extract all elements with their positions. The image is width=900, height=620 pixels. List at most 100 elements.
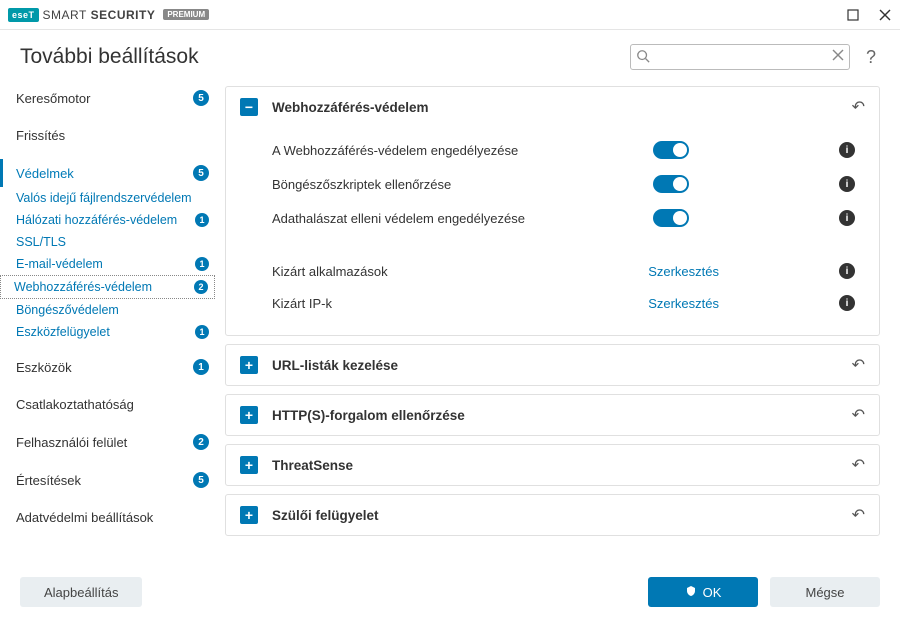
collapse-icon: − [240, 98, 258, 116]
panel-title: Webhozzáférés-védelem [272, 100, 852, 115]
sidebar-item-ui[interactable]: Felhasználói felület 2 [0, 428, 215, 456]
count-badge: 1 [195, 325, 209, 339]
setting-row: A Webhozzáférés-védelem engedélyezése i [272, 133, 855, 167]
panel-webaccess: − Webhozzáférés-védelem ↶ A Webhozzáféré… [225, 86, 880, 336]
panel-header[interactable]: + ThreatSense ↶ [226, 445, 879, 485]
panel-title: ThreatSense [272, 458, 852, 473]
sidebar-item-connectivity[interactable]: Csatlakoztathatóság [0, 391, 215, 418]
count-badge: 2 [193, 434, 209, 450]
undo-icon[interactable]: ↶ [852, 505, 865, 525]
window-controls [846, 8, 892, 22]
titlebar: eseT SMART SECURITY PREMIUM [0, 0, 900, 30]
sidebar-item-label: Hálózati hozzáférés-védelem [16, 213, 189, 227]
panel-header[interactable]: + URL-listák kezelése ↶ [226, 345, 879, 385]
setting-row: Kizárt IP-k Szerkesztés i [272, 287, 855, 319]
expand-icon: + [240, 406, 258, 424]
setting-label: A Webhozzáférés-védelem engedélyezése [272, 143, 653, 158]
cancel-button[interactable]: Mégse [770, 577, 880, 607]
sidebar-item-device[interactable]: Eszközfelügyelet 1 [0, 321, 215, 343]
sidebar-item-label: SSL/TLS [16, 235, 209, 249]
sidebar-item-label: E-mail-védelem [16, 257, 189, 271]
count-badge: 5 [193, 90, 209, 106]
shield-icon [685, 585, 697, 600]
clear-search-icon[interactable] [832, 49, 844, 64]
sidebar-item-email[interactable]: E-mail-védelem 1 [0, 253, 215, 275]
count-badge: 1 [195, 213, 209, 227]
sidebar-item-label: Keresőmotor [16, 91, 187, 106]
expand-icon: + [240, 506, 258, 524]
info-icon[interactable]: i [839, 295, 855, 311]
toggle-switch[interactable] [653, 141, 689, 159]
info-icon[interactable]: i [839, 210, 855, 226]
info-icon[interactable]: i [839, 176, 855, 192]
premium-badge: PREMIUM [163, 9, 209, 20]
edit-link[interactable]: Szerkesztés [648, 264, 719, 279]
sidebar-item-label: Frissítés [16, 128, 209, 143]
panel-title: HTTP(S)-forgalom ellenőrzése [272, 408, 852, 423]
expand-icon: + [240, 356, 258, 374]
count-badge: 5 [193, 165, 209, 181]
panel-https: + HTTP(S)-forgalom ellenőrzése ↶ [225, 394, 880, 436]
sidebar-item-network[interactable]: Hálózati hozzáférés-védelem 1 [0, 209, 215, 231]
sidebar-item-label: Böngészővédelem [16, 303, 209, 317]
setting-label: Böngészőszkriptek ellenőrzése [272, 177, 653, 192]
setting-row: Adathalászat elleni védelem engedélyezés… [272, 201, 855, 235]
sidebar-item-label: Csatlakoztathatóság [16, 397, 209, 412]
panel-header[interactable]: + Szülői felügyelet ↶ [226, 495, 879, 535]
sidebar-item-label: Adatvédelmi beállítások [16, 510, 209, 525]
logo-text: SMART SECURITY [43, 8, 156, 22]
sidebar-item-label: Védelmek [16, 166, 187, 181]
setting-label: Kizárt IP-k [272, 296, 648, 311]
ok-label: OK [703, 585, 722, 600]
close-icon[interactable] [878, 8, 892, 22]
setting-row: Kizárt alkalmazások Szerkesztés i [272, 255, 855, 287]
setting-row: Böngészőszkriptek ellenőrzése i [272, 167, 855, 201]
app-logo: eseT SMART SECURITY PREMIUM [8, 8, 209, 22]
search-icon [636, 49, 650, 66]
sidebar-item-realtime[interactable]: Valós idejű fájlrendszervédelem [0, 187, 215, 209]
sidebar-item-update[interactable]: Frissítés [0, 122, 215, 149]
setting-label: Kizárt alkalmazások [272, 264, 648, 279]
sidebar-item-label: Felhasználói felület [16, 435, 187, 450]
panel-threatsense: + ThreatSense ↶ [225, 444, 880, 486]
panel-header[interactable]: + HTTP(S)-forgalom ellenőrzése ↶ [226, 395, 879, 435]
search-input[interactable] [630, 44, 850, 70]
page-title: További beállítások [20, 45, 618, 69]
sidebar-item-browser[interactable]: Böngészővédelem [0, 299, 215, 321]
count-badge: 2 [194, 280, 208, 294]
info-icon[interactable]: i [839, 263, 855, 279]
toggle-switch[interactable] [653, 209, 689, 227]
panel-header[interactable]: − Webhozzáférés-védelem ↶ [226, 87, 879, 127]
maximize-icon[interactable] [846, 8, 860, 22]
toggle-switch[interactable] [653, 175, 689, 193]
panel-title: Szülői felügyelet [272, 508, 852, 523]
ok-button[interactable]: OK [648, 577, 758, 607]
sidebar-item-tools[interactable]: Eszközök 1 [0, 353, 215, 381]
help-button[interactable]: ? [862, 47, 880, 68]
sidebar-item-label: Webhozzáférés-védelem [14, 280, 188, 294]
sidebar-item-ssl[interactable]: SSL/TLS [0, 231, 215, 253]
panel-url-lists: + URL-listák kezelése ↶ [225, 344, 880, 386]
undo-icon[interactable]: ↶ [852, 405, 865, 425]
undo-icon[interactable]: ↶ [852, 455, 865, 475]
sidebar-item-label: Értesítések [16, 473, 187, 488]
sidebar-item-privacy[interactable]: Adatvédelmi beállítások [0, 504, 215, 531]
count-badge: 5 [193, 472, 209, 488]
sidebar-item-notifications[interactable]: Értesítések 5 [0, 466, 215, 494]
sidebar: Keresőmotor 5 Frissítés Védelmek 5 Valós… [0, 80, 215, 600]
body: Keresőmotor 5 Frissítés Védelmek 5 Valós… [0, 80, 900, 600]
sidebar-item-label: Eszközfelügyelet [16, 325, 189, 339]
search-box [630, 44, 850, 70]
undo-icon[interactable]: ↶ [852, 97, 865, 117]
sidebar-item-engine[interactable]: Keresőmotor 5 [0, 84, 215, 112]
undo-icon[interactable]: ↶ [852, 355, 865, 375]
info-icon[interactable]: i [839, 142, 855, 158]
spacer [272, 235, 855, 255]
default-button[interactable]: Alapbeállítás [20, 577, 142, 607]
header: További beállítások ? [0, 30, 900, 80]
sidebar-item-protections[interactable]: Védelmek 5 [0, 159, 215, 187]
panel-parental: + Szülői felügyelet ↶ [225, 494, 880, 536]
logo-badge: eseT [8, 8, 39, 22]
edit-link[interactable]: Szerkesztés [648, 296, 719, 311]
sidebar-item-webaccess[interactable]: Webhozzáférés-védelem 2 [0, 275, 215, 299]
